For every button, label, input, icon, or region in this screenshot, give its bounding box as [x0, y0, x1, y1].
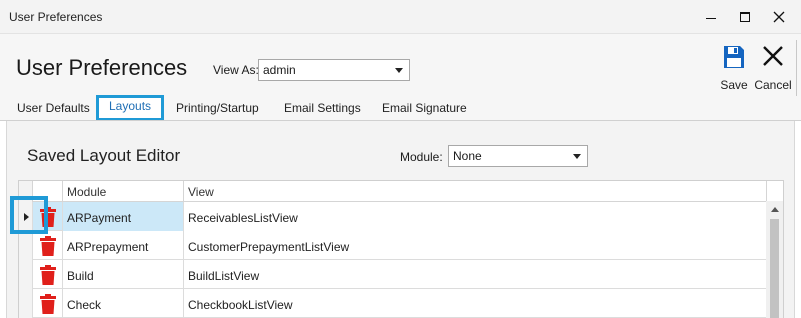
toolbar-divider: [796, 40, 797, 96]
editor-title: Saved Layout Editor: [27, 146, 181, 165]
chevron-down-icon: [573, 154, 581, 159]
page-title: User Preferences: [16, 55, 188, 80]
tab-email-settings[interactable]: Email Settings: [284, 97, 361, 119]
grid-header: Module View: [19, 181, 783, 202]
delete-cell[interactable]: [33, 231, 63, 260]
view-as-value: admin: [263, 63, 296, 77]
cell-module: ARPrepayment: [63, 231, 184, 260]
minimize-button[interactable]: [694, 0, 728, 34]
row-indicator: [19, 289, 33, 318]
cell-module: Check: [63, 289, 184, 318]
trash-icon: [39, 293, 56, 314]
close-icon: [773, 11, 785, 23]
window-titlebar: User Preferences: [0, 0, 801, 34]
delete-layout-button[interactable]: [36, 263, 60, 287]
maximize-button[interactable]: [728, 0, 762, 34]
cell-module: ARPayment: [63, 202, 184, 231]
tab-user-defaults[interactable]: User Defaults: [17, 97, 90, 119]
table-row[interactable]: ARPrepayment CustomerPrepaymentListView: [19, 231, 767, 260]
cell-view: CheckbookListView: [188, 298, 293, 312]
module-dropdown[interactable]: None: [448, 145, 588, 167]
grid-vertical-scrollbar[interactable]: [766, 201, 783, 318]
module-label: Module:: [400, 150, 443, 164]
column-header-module[interactable]: Module: [63, 181, 184, 202]
cell-view: ReceivablesListView: [184, 202, 767, 231]
table-row[interactable]: Build BuildListView: [19, 260, 767, 289]
table-row[interactable]: Check CheckbookListView: [19, 289, 767, 318]
window-title: User Preferences: [9, 10, 103, 24]
row-indicator: [19, 231, 33, 260]
row-indicator: [19, 260, 33, 289]
minimize-icon: [706, 17, 716, 19]
cell-view: BuildListView: [188, 269, 260, 283]
delete-cell[interactable]: [33, 260, 63, 289]
scroll-up-arrow-icon[interactable]: [771, 207, 779, 212]
window-close-button[interactable]: [762, 0, 796, 34]
save-label: Save: [720, 78, 748, 92]
cancel-button[interactable]: Cancel: [753, 40, 793, 96]
tab-email-signature[interactable]: Email Signature: [382, 97, 467, 119]
delete-button-highlight: [10, 196, 48, 234]
cell-module: Build: [63, 260, 184, 289]
module-value: None: [453, 149, 482, 163]
table-row[interactable]: ARPayment ReceivablesListView: [19, 202, 767, 231]
trash-icon: [39, 264, 56, 285]
saved-layouts-grid: Module View ARPayment ReceivablesListVie…: [18, 180, 784, 318]
save-button[interactable]: Save: [714, 40, 754, 96]
cancel-x-icon: [763, 46, 783, 66]
tab-printing-startup[interactable]: Printing/Startup: [176, 97, 259, 119]
column-header-view[interactable]: View: [184, 181, 767, 202]
delete-layout-button[interactable]: [36, 292, 60, 316]
maximize-icon: [740, 12, 750, 22]
scrollbar-thumb[interactable]: [770, 219, 779, 318]
floppy-disk-icon: [724, 46, 744, 68]
cell-view: CustomerPrepaymentListView: [188, 240, 350, 254]
delete-layout-button[interactable]: [36, 234, 60, 258]
chevron-down-icon: [395, 68, 403, 73]
tab-layouts[interactable]: Layouts: [96, 95, 165, 121]
cancel-label: Cancel: [754, 78, 792, 92]
view-as-label: View As:: [213, 63, 259, 77]
trash-icon: [39, 235, 56, 256]
delete-cell[interactable]: [33, 289, 63, 318]
view-as-dropdown[interactable]: admin: [258, 59, 410, 81]
